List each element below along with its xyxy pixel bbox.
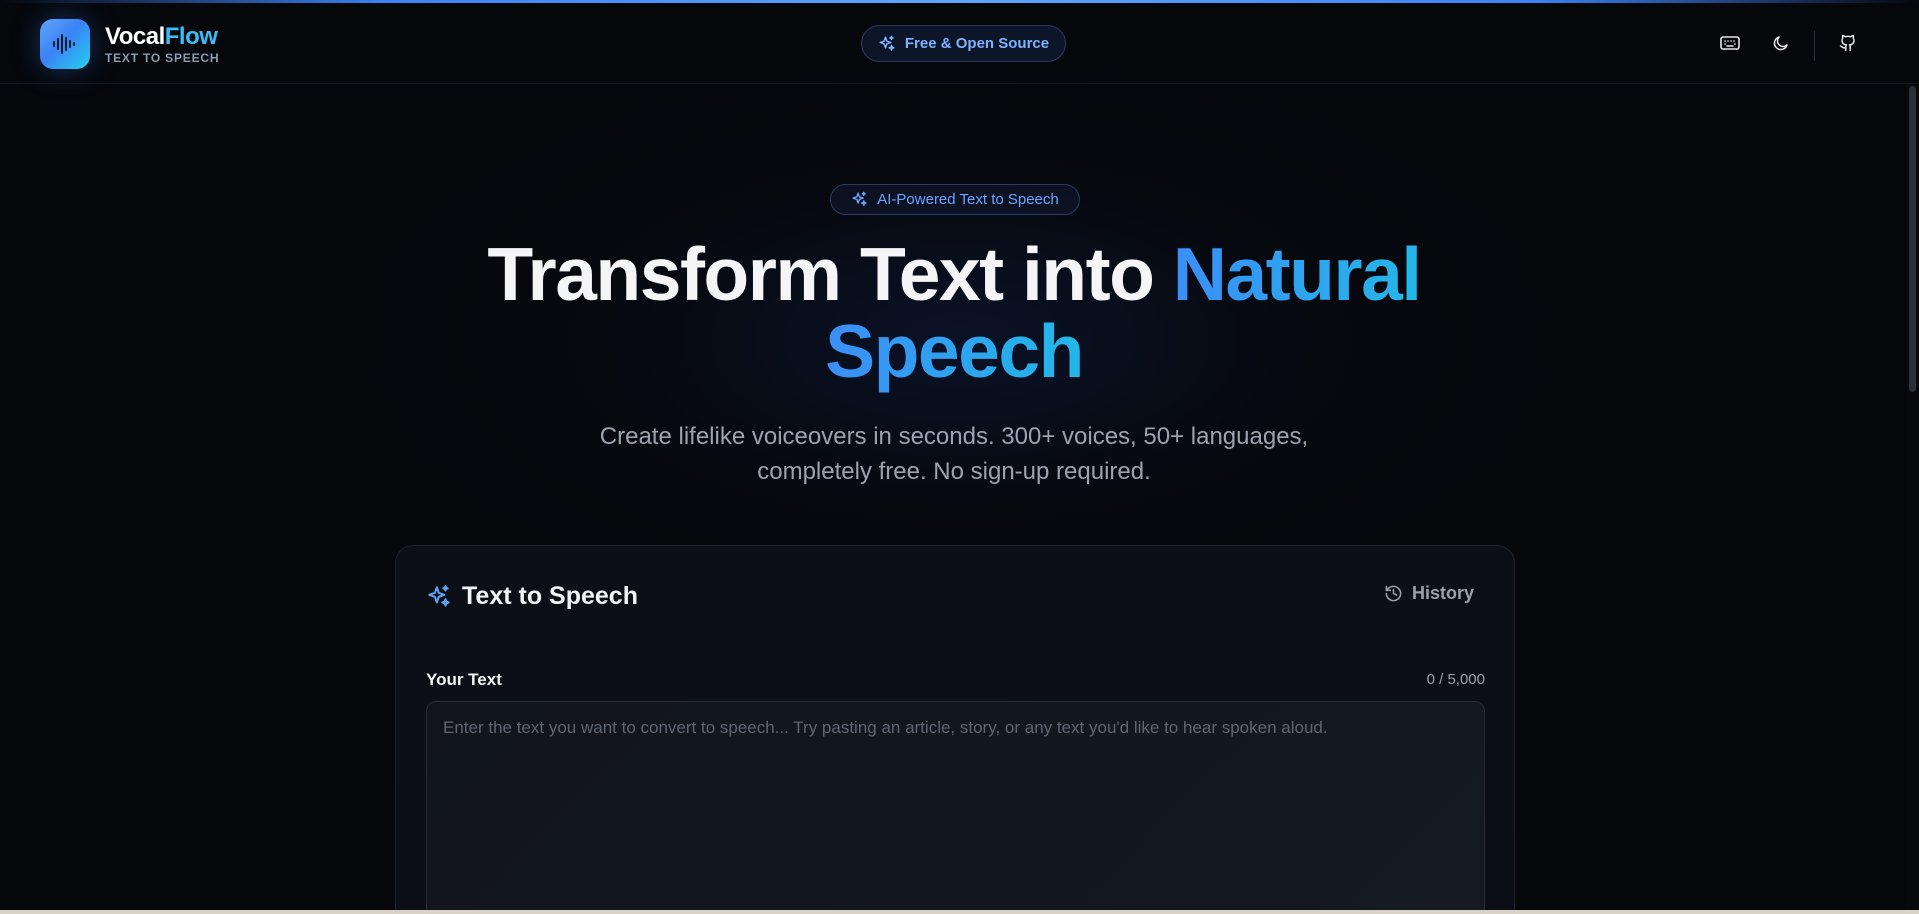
sparkles-icon	[852, 191, 867, 206]
text-field-label: Your Text	[426, 670, 502, 689]
text-input[interactable]	[426, 701, 1485, 914]
github-link[interactable]	[1835, 30, 1861, 56]
brand-name-part1: Vocal	[105, 23, 165, 50]
brand-name[interactable]: VocalFlow	[105, 23, 218, 50]
top-header: VocalFlow TEXT TO SPEECH Free & Open Sou…	[0, 3, 1919, 84]
tts-card: Text to Speech History Your Text 0 / 5,0…	[395, 545, 1515, 914]
theme-toggle-button[interactable]	[1768, 30, 1794, 56]
hero-subtitle-line1: Create lifelike voiceovers in seconds. 3…	[599, 423, 1309, 450]
hero-title-highlight-speech: Speech	[825, 309, 1084, 393]
hero-title-highlight-natural: Natural	[1172, 232, 1422, 316]
header-divider	[1814, 31, 1815, 61]
card-title: Text to Speech	[426, 582, 638, 611]
open-source-badge[interactable]: Free & Open Source	[861, 25, 1066, 62]
hero-subtitle-line2: completely free. No sign-up required.	[757, 458, 1151, 485]
scrollbar-thumb[interactable]	[1909, 86, 1916, 392]
keyboard-shortcuts-button[interactable]	[1717, 30, 1743, 56]
sparkles-icon	[428, 584, 450, 607]
hero-subtitle: Create lifelike voiceovers in seconds. 3…	[0, 419, 1908, 489]
history-icon	[1385, 585, 1402, 602]
github-icon	[1839, 34, 1855, 52]
moon-icon	[1773, 36, 1788, 51]
ai-powered-badge: AI-Powered Text to Speech	[830, 184, 1080, 215]
hero-title-plain: Transform Text into	[487, 232, 1173, 316]
hero-title: Transform Text into Natural Speech	[0, 236, 1908, 390]
brand-name-part2: Flow	[164, 23, 218, 50]
card-title-label: Text to Speech	[462, 582, 638, 610]
history-button[interactable]: History	[1384, 583, 1474, 604]
ai-powered-badge-label: AI-Powered Text to Speech	[877, 191, 1059, 208]
keyboard-icon	[1720, 36, 1740, 50]
history-button-label: History	[1412, 583, 1475, 603]
bottom-edge	[0, 910, 1919, 914]
logo[interactable]	[40, 19, 90, 69]
character-count: 0 / 5,000	[1426, 671, 1485, 688]
open-source-badge-label: Free & Open Source	[904, 35, 1050, 52]
sparkles-icon	[879, 35, 895, 51]
brand-subtitle: TEXT TO SPEECH	[105, 51, 220, 65]
waveform-icon	[53, 34, 75, 54]
